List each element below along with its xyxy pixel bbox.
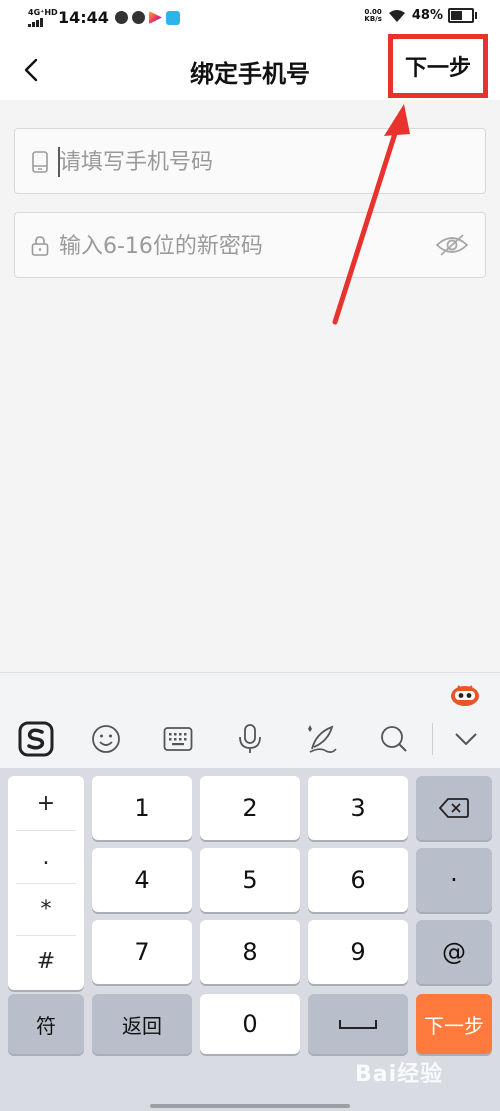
handwriting-icon[interactable] xyxy=(302,719,342,759)
chat-app-icon xyxy=(165,10,180,25)
chevron-down-icon[interactable] xyxy=(446,719,486,759)
signal-indicator: 4G⁺HD xyxy=(28,7,58,27)
emoji-icon[interactable] xyxy=(86,719,126,759)
symbol-key[interactable]: + xyxy=(8,778,84,828)
network-speed: 0.00 KB/s xyxy=(364,8,382,23)
home-indicator[interactable] xyxy=(150,1104,350,1108)
keyboard-toolbar xyxy=(0,672,500,769)
phone-icon xyxy=(32,151,48,173)
symbol-column[interactable]: + . * # xyxy=(8,776,84,990)
symbol-key[interactable]: * xyxy=(8,884,84,934)
key-4[interactable]: 4 xyxy=(92,848,192,912)
password-input[interactable] xyxy=(57,213,421,279)
eye-off-icon[interactable] xyxy=(435,233,469,257)
dot-key[interactable]: · xyxy=(416,848,492,912)
watermark: Bai经验 xyxy=(355,1056,443,1088)
status-right: 0.00 KB/s 48% xyxy=(364,8,477,23)
key-3[interactable]: 3 xyxy=(308,776,408,840)
backspace-key[interactable] xyxy=(416,776,492,840)
key-1[interactable]: 1 xyxy=(92,776,192,840)
network-type: 4G⁺HD xyxy=(28,7,58,17)
video-app-icon xyxy=(148,11,162,24)
keyboard-icon[interactable] xyxy=(158,719,198,759)
signal-bars-icon xyxy=(28,17,52,27)
password-field[interactable] xyxy=(14,212,486,279)
sogou-logo-icon[interactable] xyxy=(16,719,56,759)
key-9[interactable]: 9 xyxy=(308,920,408,984)
notification-app-icon xyxy=(114,11,128,24)
toolbar-divider xyxy=(432,723,433,755)
text-cursor xyxy=(58,147,60,177)
phone-field[interactable] xyxy=(14,128,486,195)
next-step-key[interactable]: 下一步 xyxy=(416,994,492,1054)
symbol-key[interactable]: . xyxy=(8,832,84,882)
key-8[interactable]: 8 xyxy=(200,920,300,984)
at-key[interactable]: @ xyxy=(416,920,492,984)
battery-percent: 48% xyxy=(411,8,443,23)
key-5[interactable]: 5 xyxy=(200,848,300,912)
toolbar-icons xyxy=(0,715,500,761)
phone-input[interactable] xyxy=(57,129,421,195)
space-key[interactable] xyxy=(308,994,408,1054)
backspace-icon xyxy=(439,798,469,818)
microphone-icon[interactable] xyxy=(230,719,270,759)
nav-bar: 绑定手机号 下一步 xyxy=(0,34,500,100)
next-step-button[interactable]: 下一步 xyxy=(388,34,488,98)
return-key[interactable]: 返回 xyxy=(92,994,192,1054)
key-7[interactable]: 7 xyxy=(92,920,192,984)
lock-icon xyxy=(31,236,49,256)
mascot-icon[interactable] xyxy=(449,681,481,707)
battery-icon xyxy=(448,8,477,23)
battery-fill xyxy=(451,11,462,20)
search-icon[interactable] xyxy=(374,719,414,759)
key-2[interactable]: 2 xyxy=(200,776,300,840)
key-0[interactable]: 0 xyxy=(200,994,300,1054)
network-speed-unit: KB/s xyxy=(364,14,382,23)
wifi-icon xyxy=(388,9,405,22)
key-6[interactable]: 6 xyxy=(308,848,408,912)
status-left: 4G⁺HD 14:44 xyxy=(28,8,184,27)
symbols-key[interactable]: 符 xyxy=(8,994,84,1054)
notification-app-icon xyxy=(131,11,145,24)
watermark-text: Bai经验 xyxy=(355,1062,444,1087)
symbol-divider xyxy=(16,830,76,831)
clock: 14:44 xyxy=(58,8,109,27)
space-icon xyxy=(339,1020,377,1029)
symbol-key[interactable]: # xyxy=(8,936,84,986)
